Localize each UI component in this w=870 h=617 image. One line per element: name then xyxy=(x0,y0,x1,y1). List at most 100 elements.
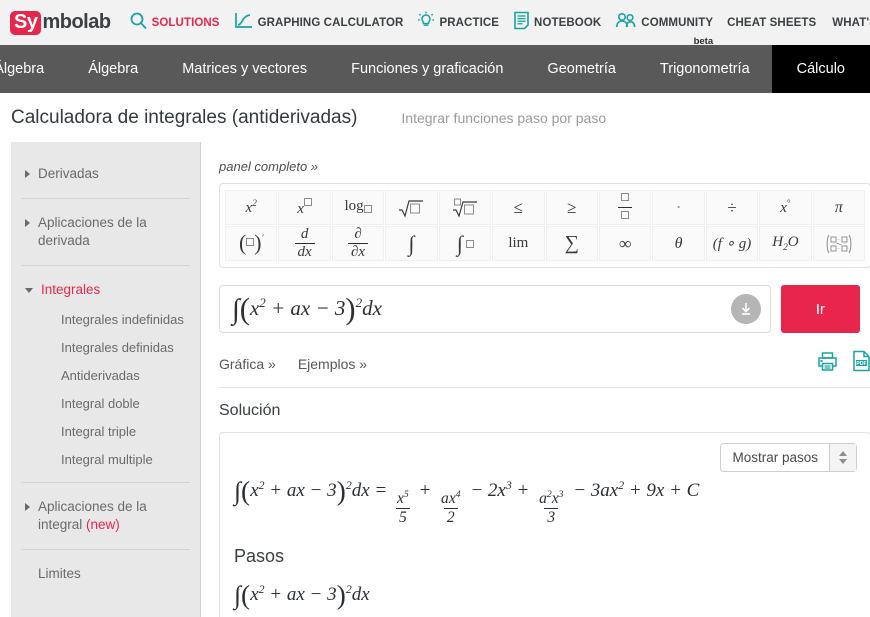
sidebar-item-integrales[interactable]: Integrales xyxy=(25,274,186,306)
keypad-limit-button[interactable]: lim xyxy=(492,226,545,261)
keypad-square-root-button[interactable] xyxy=(385,190,438,225)
show-steps-label: Mostrar pasos xyxy=(732,450,818,465)
nav-item-practice[interactable]: PRACTICE xyxy=(417,11,499,35)
sidebar-item-aplicaciones-derivada[interactable]: Aplicaciones de la derivada xyxy=(25,207,186,257)
lightbulb-icon xyxy=(417,11,435,35)
subnav-item-funciones[interactable]: Funciones y graficación xyxy=(329,45,525,93)
pdf-icon[interactable]: PDF xyxy=(852,350,870,377)
sidebar-item-limites[interactable]: Limites xyxy=(25,558,186,590)
subnav-item-geometria[interactable]: Geometría xyxy=(525,45,638,93)
keypad-composition-button[interactable]: (f ∘ g) xyxy=(705,226,759,261)
pasos-equation: ∫(x2 + ax − 3)2dx xyxy=(234,578,370,610)
keypad-less-equal-button[interactable]: ≤ xyxy=(492,190,545,225)
math-expression-input[interactable]: ∫(x2 + ax − 3)2dx xyxy=(219,285,771,333)
nav-item-cheat-sheets[interactable]: CHEAT SHEETS xyxy=(727,17,816,29)
subnav-item-calculo[interactable]: Cálculo xyxy=(771,45,870,93)
nav-item-solutions[interactable]: SOLUTIONS xyxy=(129,11,220,35)
keypad-definite-integral-button[interactable]: ∫ xyxy=(438,226,492,261)
keypad-divide-button[interactable]: ÷ xyxy=(705,190,759,225)
keypad-x-power-button[interactable]: x xyxy=(278,190,331,225)
pasos-heading: Pasos xyxy=(234,545,285,566)
chevron-down-icon xyxy=(25,288,33,293)
sidebar-group-limites: Limites xyxy=(11,558,200,590)
nav-item-graphing-calculator[interactable]: GRAPHING CALCULATOR xyxy=(234,11,404,35)
nav-item-community[interactable]: COMMUNITY beta xyxy=(615,11,713,47)
keypad-fraction-button[interactable] xyxy=(598,190,652,225)
people-icon xyxy=(615,11,637,35)
sidebar-label-aplicaciones-derivada: Aplicaciones de la derivada xyxy=(38,215,147,248)
keypad-partial-dx-button[interactable]: ∂ ∂x xyxy=(331,226,385,261)
sidebar: Derivadas Aplicaciones de la derivada In… xyxy=(11,142,201,617)
subnav-item-matrices[interactable]: Matrices y vectores xyxy=(160,45,329,93)
nav-label-notebook: NOTEBOOK xyxy=(534,16,602,29)
keypad-row-2: ()′ ddx ∂∂x ∫ ∫ lim ∑ ∞ θ (f ∘ g) H2O xyxy=(225,226,866,261)
keypad-matrix-button[interactable]: ··· ··· ⋮ ⋮ xyxy=(812,226,866,261)
sidebar-divider xyxy=(21,265,190,266)
nav-item-notebook[interactable]: NOTEBOOK xyxy=(513,11,601,35)
grafica-link[interactable]: Gráfica » xyxy=(219,356,276,372)
math-keypad: x2 x log ≤ ≥ · ÷ x° π ()′ d dx ∂ ∂x ∫ ∫ … xyxy=(219,183,870,268)
secondary-links-row: Gráfica » Ejemplos » PDF xyxy=(219,350,870,388)
keypad-greater-equal-button[interactable]: ≥ xyxy=(545,190,598,225)
full-panel-link[interactable]: panel completo » xyxy=(219,159,318,174)
keypad-degree-button[interactable]: x° xyxy=(759,190,812,225)
sidebar-label-limites: Limites xyxy=(38,566,81,581)
keypad-integral-button[interactable]: ∫ xyxy=(385,226,438,261)
svg-text:···: ··· xyxy=(836,238,840,243)
sidebar-item-aplicaciones-integral[interactable]: Aplicaciones de la integral (new) xyxy=(25,491,186,541)
sidebar-new-tag: (new) xyxy=(86,517,120,532)
chevron-right-icon xyxy=(25,219,30,227)
nav-label-graphing-calculator: GRAPHING CALCULATOR xyxy=(257,16,404,29)
subnav-item-algebra[interactable]: Álgebra xyxy=(66,45,160,93)
sidebar-label-derivadas: Derivadas xyxy=(38,166,99,181)
sidebar-subitem-integrales-definidas[interactable]: Integrales definidas xyxy=(25,334,186,362)
keypad-pi-button[interactable]: π xyxy=(812,190,866,225)
solution-equation: ∫(x2 + ax − 3)2dx = x5 5 + ax4 2 − 2x3 + a… xyxy=(234,475,700,526)
keypad-theta-button[interactable]: θ xyxy=(652,226,705,261)
sidebar-item-derivadas[interactable]: Derivadas xyxy=(25,158,186,190)
expression-input-row: ∫(x2 + ax − 3)2dx Ir xyxy=(219,285,860,333)
logo-badge: Sy xyxy=(10,10,42,35)
sidebar-group-integrales: Integrales Integrales indefinidas Integr… xyxy=(11,274,200,474)
sidebar-subitem-integrales-indefinidas[interactable]: Integrales indefinidas xyxy=(25,306,186,334)
svg-text:⋮: ⋮ xyxy=(831,241,836,247)
community-beta-badge: beta xyxy=(693,35,714,47)
symbolab-logo[interactable]: Sy mbolab xyxy=(10,10,111,35)
go-button[interactable]: Ir xyxy=(780,285,860,333)
keypad-nth-root-button[interactable] xyxy=(438,190,492,225)
spinner-up-icon xyxy=(839,451,847,456)
show-steps-button[interactable]: Mostrar pasos xyxy=(720,443,857,472)
page-title: Calculadora de integrales (antiderivadas… xyxy=(11,106,358,128)
solution-box: Mostrar pasos ∫(x2 + ax − 3)2dx = x5 5 + … xyxy=(219,432,870,617)
ejemplos-link[interactable]: Ejemplos » xyxy=(298,356,367,372)
keypad-infinity-button[interactable]: ∞ xyxy=(598,226,652,261)
print-icon[interactable] xyxy=(817,351,838,377)
subnav-item-trigonometria[interactable]: Trigonometría xyxy=(638,45,772,93)
keypad-h2o-button[interactable]: H2O xyxy=(759,226,812,261)
keypad-x-squared-button[interactable]: x2 xyxy=(225,190,278,225)
page-subtitle: Integrar funciones paso por paso xyxy=(401,109,607,126)
sidebar-divider xyxy=(21,549,190,550)
subnav-item-pre-algebra[interactable]: Pre-Álgebra xyxy=(0,45,66,93)
keypad-d-dx-button[interactable]: d dx xyxy=(278,226,331,261)
top-navigation-bar: Sy mbolab SOLUTIONS GRAPHING CALCULATOR P… xyxy=(0,0,870,47)
sidebar-subitem-integral-doble[interactable]: Integral doble xyxy=(25,390,186,418)
search-icon xyxy=(129,11,148,35)
graph-line-icon xyxy=(234,11,254,35)
nav-label-cheat-sheets: CHEAT SHEETS xyxy=(727,16,817,29)
steps-spinner[interactable] xyxy=(829,444,856,471)
keypad-multiply-dot-button[interactable]: · xyxy=(652,190,705,225)
sidebar-group-aplicaciones-integral: Aplicaciones de la integral (new) xyxy=(11,491,200,541)
sidebar-subitem-integral-triple[interactable]: Integral triple xyxy=(25,418,186,446)
nav-item-whats-new[interactable]: WHAT'S NEW xyxy=(832,17,870,29)
svg-text:PDF: PDF xyxy=(856,361,866,367)
nav-label-whats-new: WHAT'S NEW xyxy=(832,16,870,29)
download-icon[interactable] xyxy=(730,294,761,324)
keypad-summation-button[interactable]: ∑ xyxy=(545,226,598,261)
sidebar-label-integrales: Integrales xyxy=(41,282,101,297)
keypad-derivative-prime-button[interactable]: ()′ xyxy=(225,226,278,261)
keypad-log-base-button[interactable]: log xyxy=(331,190,385,225)
sidebar-subitem-antiderivadas[interactable]: Antiderivadas xyxy=(25,362,186,390)
main-content: panel completo » x2 x log ≤ ≥ · ÷ x° π (… xyxy=(201,142,870,617)
sidebar-subitem-integral-multiple[interactable]: Integral multiple xyxy=(25,446,186,474)
